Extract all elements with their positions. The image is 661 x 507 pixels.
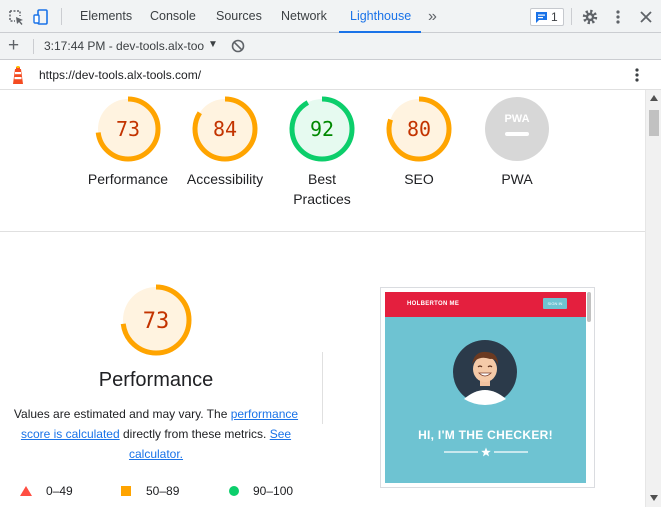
gauge-label: Performance bbox=[87, 171, 169, 187]
lighthouse-report: 73 Performance 84 Accessibility 92 Best … bbox=[0, 90, 645, 507]
new-report-button[interactable]: + bbox=[8, 34, 19, 58]
performance-big-gauge[interactable]: 73 bbox=[119, 283, 193, 357]
toolbar-separator bbox=[571, 8, 572, 25]
report-selector[interactable]: 3:17:44 PM - dev-tools.alx-too bbox=[44, 39, 204, 53]
scroll-up-arrow-icon[interactable] bbox=[650, 95, 658, 101]
report-selector-caret[interactable]: ▼ bbox=[208, 39, 218, 50]
avatar-illustration-icon bbox=[453, 340, 517, 405]
section-divider bbox=[0, 231, 645, 232]
vertical-divider bbox=[322, 352, 323, 424]
gauge-accessibility[interactable]: 84 Accessibility bbox=[175, 95, 275, 189]
pwa-badge-icon: PWA bbox=[485, 97, 549, 161]
report-menu-icon[interactable] bbox=[630, 67, 644, 83]
performance-title: Performance bbox=[98, 369, 214, 391]
score-gauge: 80 bbox=[386, 96, 452, 162]
pwa-badge-text: PWA bbox=[504, 113, 529, 125]
gauge-performance[interactable]: 73 Performance bbox=[78, 95, 178, 189]
device-toolbar-icon[interactable] bbox=[32, 8, 50, 26]
gauge-best-practices[interactable]: 92 Best Practices bbox=[272, 95, 372, 209]
performance-score-value: 73 bbox=[143, 309, 170, 334]
score-value: 92 bbox=[310, 117, 334, 141]
issues-counter[interactable]: 1 bbox=[530, 8, 564, 26]
screenshot-brand: HOLBERTON ME bbox=[407, 301, 460, 307]
pass-circle-icon bbox=[229, 486, 239, 496]
desc-text: Values are estimated and may vary. The bbox=[13, 407, 231, 421]
tab-elements[interactable]: Elements bbox=[80, 0, 132, 33]
score-value: 84 bbox=[213, 117, 237, 141]
average-square-icon bbox=[121, 486, 131, 496]
gauge-label: Best Practices bbox=[293, 171, 351, 207]
report-url-bar: https://dev-tools.alx-tools.com/ bbox=[0, 60, 661, 90]
screenshot-signin-button: SIGN IN bbox=[543, 298, 567, 309]
close-devtools-icon[interactable] bbox=[637, 8, 655, 26]
devtools-tab-bar: Elements Console Sources Network Lightho… bbox=[0, 0, 661, 33]
desc-text: directly from these metrics. bbox=[119, 427, 270, 441]
lighthouse-toolbar: + 3:17:44 PM - dev-tools.alx-too ▼ bbox=[0, 33, 661, 60]
score-gauge: 84 bbox=[192, 96, 258, 162]
issues-count: 1 bbox=[551, 10, 558, 24]
legend-range: 0–49 bbox=[46, 484, 73, 498]
toolbar-separator bbox=[33, 39, 34, 54]
report-url[interactable]: https://dev-tools.alx-tools.com/ bbox=[39, 68, 201, 82]
gauge-label: PWA bbox=[501, 171, 533, 187]
tab-sources[interactable]: Sources bbox=[216, 0, 262, 33]
screenshot-scrollbar bbox=[587, 292, 591, 322]
report-scrollbar[interactable] bbox=[645, 90, 661, 507]
scrollbar-thumb[interactable] bbox=[649, 110, 659, 136]
gauge-label: Accessibility bbox=[186, 171, 264, 187]
more-options-icon[interactable] bbox=[609, 8, 627, 26]
gauge-pwa[interactable]: PWA PWA bbox=[467, 95, 567, 189]
score-gauge: 73 bbox=[95, 96, 161, 162]
scroll-down-arrow-icon[interactable] bbox=[650, 495, 658, 501]
lighthouse-logo-icon bbox=[13, 66, 23, 84]
score-value: 73 bbox=[116, 117, 140, 141]
screenshot-header: HOLBERTON ME SIGN IN bbox=[385, 292, 586, 317]
inspect-element-icon[interactable] bbox=[7, 8, 25, 26]
legend-range: 50–89 bbox=[146, 484, 180, 498]
score-gauge: 92 bbox=[289, 96, 355, 162]
gauge-seo[interactable]: 80 SEO bbox=[369, 95, 469, 189]
screenshot-heading: HI, I'M THE CHECKER! bbox=[418, 428, 553, 442]
screenshot-hero: HI, I'M THE CHECKER! bbox=[385, 317, 586, 483]
more-tabs-button[interactable]: » bbox=[428, 0, 437, 33]
fail-triangle-icon bbox=[20, 486, 32, 496]
gauge-label: SEO bbox=[404, 171, 434, 187]
tab-network[interactable]: Network bbox=[281, 0, 327, 33]
tab-console[interactable]: Console bbox=[150, 0, 196, 33]
clear-reports-icon[interactable] bbox=[231, 39, 245, 53]
settings-gear-icon[interactable] bbox=[581, 8, 599, 26]
score-value: 80 bbox=[407, 117, 431, 141]
issue-chat-icon bbox=[536, 12, 547, 23]
legend-range: 90–100 bbox=[253, 484, 294, 498]
performance-description: Values are estimated and may vary. The p… bbox=[8, 404, 304, 464]
toolbar-separator bbox=[61, 8, 62, 25]
final-screenshot[interactable]: HOLBERTON ME SIGN IN HI, I'M THE CHECKER… bbox=[380, 287, 595, 488]
tab-lighthouse[interactable]: Lighthouse bbox=[350, 0, 411, 33]
star-divider-icon bbox=[444, 447, 528, 457]
